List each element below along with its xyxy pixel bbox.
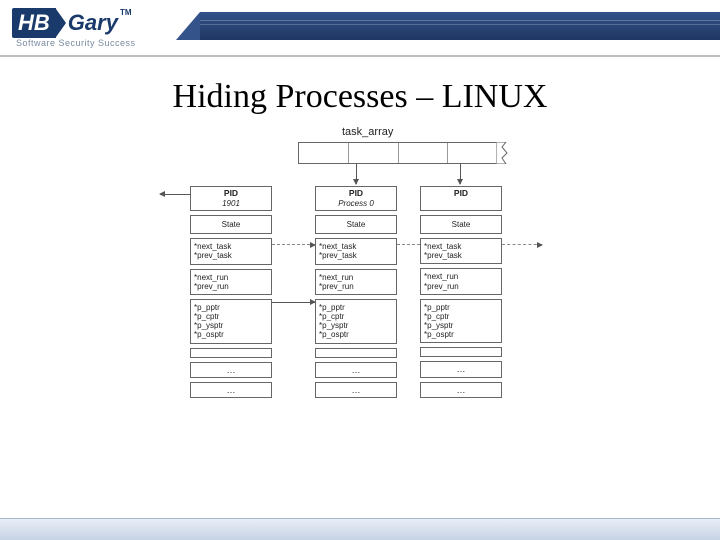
pid-label: PID xyxy=(424,189,498,199)
ptr: *p_pptr xyxy=(424,303,498,312)
footer-stripe xyxy=(0,518,720,540)
ellipsis-cell: … xyxy=(420,382,502,398)
logo-tm: TM xyxy=(120,8,132,17)
ellipsis-cell: … xyxy=(190,382,272,398)
ellipsis-cell: … xyxy=(315,382,397,398)
ptr: *p_pptr xyxy=(319,303,393,312)
ptr: *p_osptr xyxy=(319,330,393,339)
pid-value: 1901 xyxy=(194,199,268,208)
run-ptrs: *next_run *prev_run xyxy=(190,269,272,295)
spacer-cell xyxy=(190,348,272,358)
header: HB Gary TM Software Security Success xyxy=(0,0,720,60)
logo: HB Gary TM xyxy=(12,8,132,38)
ptr: *prev_task xyxy=(319,251,393,260)
pid-cell: PID Process 0 xyxy=(315,186,397,211)
ptr: *p_cptr xyxy=(194,312,268,321)
pid-cell: PID 1901 xyxy=(190,186,272,211)
ptr: *prev_task xyxy=(194,251,268,260)
logo-gary: Gary xyxy=(68,10,118,36)
task-ptrs: *next_task *prev_task xyxy=(420,238,502,264)
ptr: *next_run xyxy=(194,273,268,282)
arrow-icon xyxy=(160,194,190,195)
arrow-down-icon xyxy=(460,164,461,184)
ptr: *p_cptr xyxy=(424,312,498,321)
arrow-down-icon xyxy=(356,164,357,184)
ellipsis-cell: … xyxy=(315,362,397,378)
ptr: *prev_run xyxy=(319,282,393,291)
header-rule xyxy=(0,55,720,57)
ptr: *prev_task xyxy=(424,251,498,260)
header-stripe xyxy=(200,12,720,40)
ptr: *next_task xyxy=(194,242,268,251)
ptr: *next_run xyxy=(424,272,498,281)
ptr: *p_osptr xyxy=(194,330,268,339)
pid-cell: PID xyxy=(420,186,502,211)
run-ptrs: *next_run *prev_run xyxy=(315,269,397,295)
logo-arrow-icon xyxy=(56,9,66,37)
ptr: *next_task xyxy=(319,242,393,251)
task-array-box xyxy=(298,142,498,164)
process-column: PID Process 0 State *next_task *prev_tas… xyxy=(315,186,397,402)
tear-icon xyxy=(496,142,508,164)
task-ptrs: *next_task *prev_task xyxy=(190,238,272,264)
tear-svg xyxy=(496,142,508,164)
arrow-dashed-icon xyxy=(502,244,542,245)
slide: HB Gary TM Software Security Success Hid… xyxy=(0,0,720,540)
state-cell: State xyxy=(420,215,502,234)
run-ptrs: *next_run *prev_run xyxy=(420,268,502,294)
task-ptrs: *next_task *prev_task xyxy=(315,238,397,264)
ptr: *p_pptr xyxy=(194,303,268,312)
parent-ptrs: *p_pptr *p_cptr *p_ysptr *p_osptr xyxy=(315,299,397,344)
arrow-dashed-icon xyxy=(272,244,315,245)
ptr: *p_osptr xyxy=(424,330,498,339)
process-column: PID 1901 State *next_task *prev_task *ne… xyxy=(190,186,272,402)
diagram: task_array PID 1901 State *next_task *pr… xyxy=(100,126,620,476)
pid-value xyxy=(424,199,498,208)
ptr: *p_ysptr xyxy=(424,321,498,330)
state-cell: State xyxy=(190,215,272,234)
arrow-dashed-icon xyxy=(397,244,420,245)
ptr: *prev_run xyxy=(424,282,498,291)
spacer-cell xyxy=(420,347,502,357)
parent-ptrs: *p_pptr *p_cptr *p_ysptr *p_osptr xyxy=(420,299,502,344)
pid-label: PID xyxy=(194,189,268,199)
ptr: *p_ysptr xyxy=(319,321,393,330)
ptr: *next_run xyxy=(319,273,393,282)
ellipsis-cell: … xyxy=(420,361,502,377)
state-cell: State xyxy=(315,215,397,234)
parent-ptrs: *p_pptr *p_cptr *p_ysptr *p_osptr xyxy=(190,299,272,344)
ptr: *p_ysptr xyxy=(194,321,268,330)
ptr: *next_task xyxy=(424,242,498,251)
pid-label: PID xyxy=(319,189,393,199)
process-column: PID State *next_task *prev_task *next_ru… xyxy=(420,186,502,402)
ptr: *prev_run xyxy=(194,282,268,291)
ptr: *p_cptr xyxy=(319,312,393,321)
tagline: Software Security Success xyxy=(16,38,136,48)
arrow-icon xyxy=(272,302,315,303)
pid-value: Process 0 xyxy=(319,199,393,208)
spacer-cell xyxy=(315,348,397,358)
page-title: Hiding Processes – LINUX xyxy=(0,78,720,116)
logo-hb: HB xyxy=(12,8,56,38)
task-array-label: task_array xyxy=(342,126,393,138)
ellipsis-cell: … xyxy=(190,362,272,378)
